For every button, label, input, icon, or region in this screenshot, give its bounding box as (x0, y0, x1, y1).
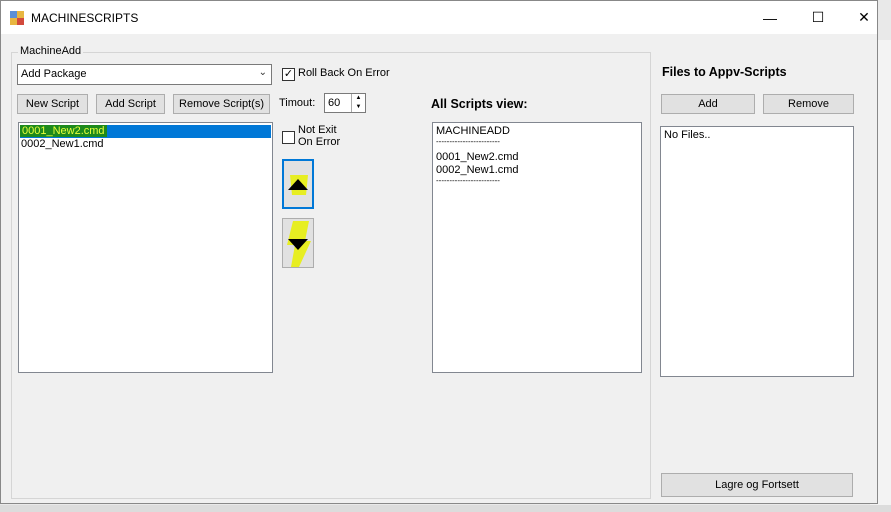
close-button[interactable]: ✕ (841, 1, 887, 34)
package-dropdown-value: Add Package (21, 68, 87, 80)
save-continue-button[interactable]: Lagre og Fortsett (661, 473, 853, 497)
files-header: Files to Appv-Scripts (662, 65, 787, 79)
files-add-button[interactable]: Add (661, 94, 755, 114)
files-listbox[interactable]: No Files.. (660, 126, 854, 377)
not-exit-line1: Not Exit (298, 124, 337, 136)
not-exit-line2: On Error (298, 136, 341, 148)
package-dropdown[interactable]: Add Package ⌄ (17, 64, 272, 85)
maximize-button[interactable]: ☐ (795, 1, 841, 34)
checkmark-icon: ✓ (283, 68, 294, 80)
all-scripts-header: All Scripts view: (431, 97, 528, 111)
app-icon (10, 11, 24, 25)
chevron-down-icon: ⌄ (258, 67, 267, 78)
arrow-up-icon (288, 175, 308, 195)
groupbox-label: MachineAdd (18, 45, 84, 57)
spin-down-icon[interactable]: ▼ (351, 103, 365, 112)
files-empty-text: No Files.. (664, 129, 711, 141)
list-item-selected[interactable]: 0001_New2.cmd (20, 125, 271, 138)
rollback-checkbox[interactable]: ✓ (282, 68, 295, 81)
files-remove-button[interactable]: Remove (763, 94, 854, 114)
not-exit-checkbox[interactable] (282, 131, 295, 144)
all-scripts-line: 0001_New2.cmd (436, 151, 519, 163)
list-item[interactable]: 0002_New1.cmd (21, 138, 104, 150)
all-scripts-view[interactable]: MACHINEADD ------------------------ 0001… (432, 122, 642, 373)
add-script-button[interactable]: Add Script (96, 94, 165, 114)
timeout-value: 60 (328, 97, 341, 109)
window-title: MACHINESCRIPTS (31, 11, 139, 25)
arrow-down-icon (287, 221, 311, 267)
timeout-spinner[interactable]: 60 ▲ ▼ (324, 93, 366, 113)
not-exit-label: Not Exit On Error (298, 124, 340, 148)
minimize-icon: — (763, 9, 777, 26)
timeout-label: Timout: (279, 97, 316, 109)
rollback-label: Roll Back On Error (298, 67, 390, 79)
background-window-bottom (0, 505, 891, 512)
move-down-button[interactable] (282, 218, 314, 268)
minimize-button[interactable]: — (747, 1, 793, 34)
spin-up-icon[interactable]: ▲ (351, 94, 365, 103)
remove-script-button[interactable]: Remove Script(s) (173, 94, 270, 114)
all-scripts-line: ------------------------ (436, 137, 500, 146)
new-script-button[interactable]: New Script (17, 94, 88, 114)
list-item-label: 0001_New2.cmd (20, 125, 107, 137)
title-bar: MACHINESCRIPTS — ☐ ✕ (1, 1, 877, 34)
maximize-icon: ☐ (811, 9, 825, 25)
scripts-listbox[interactable]: 0001_New2.cmd 0002_New1.cmd (18, 122, 273, 373)
all-scripts-line: 0002_New1.cmd (436, 164, 519, 176)
all-scripts-line: MACHINEADD (436, 125, 510, 137)
close-icon: ✕ (858, 9, 870, 25)
move-up-button[interactable] (282, 159, 314, 209)
all-scripts-line: ------------------------ (436, 176, 500, 185)
